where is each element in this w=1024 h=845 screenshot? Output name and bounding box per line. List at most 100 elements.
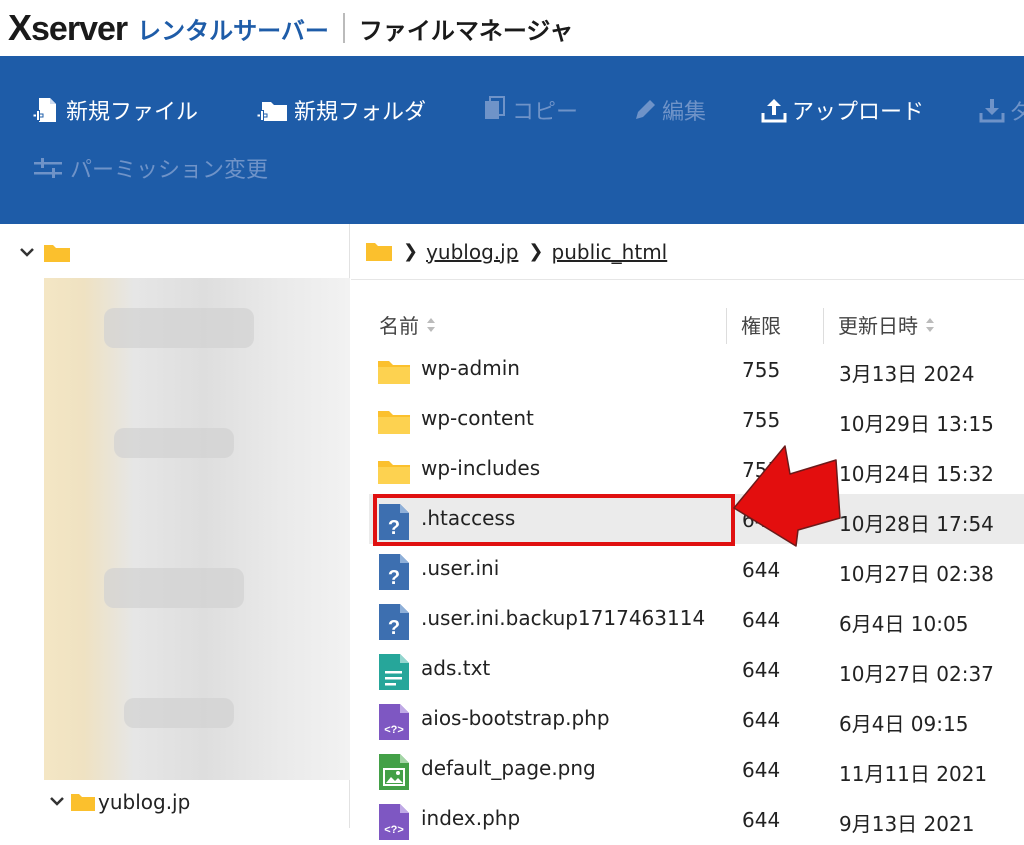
table-row[interactable]: ? .user.ini 644 10月27日 02:38 [369,544,1024,594]
copy-label: コピー [512,100,579,125]
permission-label: パーミッション変更 [70,158,269,183]
svg-text:<?>: <?> [384,824,404,836]
table-row[interactable]: default_page.png 644 11月11日 2021 [369,744,1024,794]
chevron-down-icon[interactable] [18,246,38,260]
xserver-logo: Xserver [8,7,128,49]
sort-icon [926,317,934,332]
table-row[interactable]: wp-admin 755 3月13日 2024 [369,344,1024,394]
folder-plus-icon [256,102,287,121]
download-label: ダ [1010,100,1024,125]
column-divider [726,308,727,344]
file-plus-icon [32,98,56,122]
column-header-permission[interactable]: 権限 [741,310,781,339]
php-file-icon: <?> [377,803,411,845]
folder-icon [44,245,70,262]
tree-item-label: yublog.jp [98,790,191,814]
new-file-label: 新規ファイル [66,100,199,125]
file-modified-date: 3月13日 2024 [839,362,975,386]
new-file-button[interactable]: 新規ファイル [32,94,198,126]
file-name[interactable]: ads.txt [421,656,490,680]
red-arrow-annotation-icon [733,445,841,547]
file-name[interactable]: index.php [421,806,520,830]
download-button[interactable]: ダ [978,94,1024,126]
upload-label: アップロード [792,100,925,125]
file-name[interactable]: wp-includes [421,456,540,480]
file-modified-date: 6月4日 09:15 [839,712,969,736]
column-header-name-label: 名前 [379,314,419,338]
table-row[interactable]: <?> index.php 644 9月13日 2021 [369,794,1024,844]
chevron-down-icon[interactable] [48,795,68,809]
column-header-date[interactable]: 更新日時 [838,310,936,339]
column-header-name[interactable]: 名前 [379,310,437,339]
unknown-file-icon: ? [377,553,411,595]
folder-icon [377,356,411,390]
new-folder-label: 新規フォルダ [294,100,427,125]
logo-brand-text: server [31,10,128,48]
file-name[interactable]: wp-admin [421,356,520,380]
pencil-icon [636,100,655,119]
table-row[interactable]: ? .user.ini.backup1717463114 644 6月4日 10:05 [369,594,1024,644]
file-name[interactable]: .user.ini [421,556,499,580]
file-modified-date: 10月29日 13:15 [839,412,994,436]
file-modified-date: 10月24日 15:32 [839,462,994,486]
file-permission: 644 [742,658,781,682]
file-name[interactable]: .user.ini.backup1717463114 [421,606,705,630]
app-title: ファイルマネージャ [358,16,574,45]
header-divider [342,13,345,43]
sort-icon [427,317,435,332]
highlight-annotation-box [373,494,735,546]
file-permission: 755 [742,358,781,382]
file-name[interactable]: default_page.png [421,756,596,780]
breadcrumb-domain-link[interactable]: yublog.jp [426,240,518,264]
file-modified-date: 10月28日 17:54 [839,512,994,536]
blur-blob [114,428,234,458]
app-header: Xserver レンタルサーバー ファイルマネージャ [0,0,1024,56]
table-row[interactable]: ads.txt 644 10月27日 02:37 [369,644,1024,694]
folder-icon [366,242,392,261]
copy-button[interactable]: コピー [482,94,578,126]
edit-button[interactable]: 編集 [632,94,706,126]
file-modified-date: 9月13日 2021 [839,812,975,836]
file-modified-date: 6月4日 10:05 [839,612,969,636]
blurred-tree-content [44,278,350,780]
file-permission: 644 [742,558,781,582]
file-modified-date: 10月27日 02:37 [839,662,994,686]
breadcrumb-folder-link[interactable]: public_html [552,240,668,264]
file-name[interactable]: wp-content [421,406,534,430]
folder-icon [377,456,411,490]
new-folder-button[interactable]: 新規フォルダ [256,94,426,126]
tree-item-yublog[interactable]: yublog.jp [48,790,190,814]
svg-text:<?>: <?> [384,724,404,736]
upload-button[interactable]: アップロード [760,94,924,126]
blur-blob [104,308,254,348]
upload-icon [761,99,787,123]
permission-button[interactable]: パーミッション変更 [32,152,268,184]
blur-blob [104,568,244,608]
file-permission: 644 [742,758,781,782]
file-modified-date: 11月11日 2021 [839,762,988,786]
edit-label: 編集 [662,100,707,125]
tree-root-item[interactable] [18,242,72,264]
sliders-icon [34,158,62,178]
breadcrumb: ❯ yublog.jp ❯ public_html [351,224,1024,280]
php-file-icon: <?> [377,703,411,745]
file-modified-date: 10月27日 02:38 [839,562,994,586]
file-permission: 644 [742,708,781,732]
table-row[interactable]: wp-content 755 10月29日 13:15 [369,394,1024,444]
folder-icon [377,406,411,440]
file-permission: 644 [742,608,781,632]
folder-icon [71,794,95,811]
svg-text:?: ? [388,567,400,589]
copy-icon [485,96,505,119]
file-name[interactable]: aios-bootstrap.php [421,706,610,730]
table-row[interactable]: wp-includes 755 10月24日 15:32 [369,444,1024,494]
svg-text:?: ? [388,617,400,639]
table-row[interactable]: <?> aios-bootstrap.php 644 6月4日 09:15 [369,694,1024,744]
breadcrumb-chevron-icon: ❯ [403,241,419,262]
column-divider [823,308,824,344]
blur-blob [124,698,234,728]
breadcrumb-chevron-icon: ❯ [528,241,544,262]
file-permission: 644 [742,808,781,832]
file-permission: 755 [742,408,781,432]
image-file-icon [377,753,411,795]
